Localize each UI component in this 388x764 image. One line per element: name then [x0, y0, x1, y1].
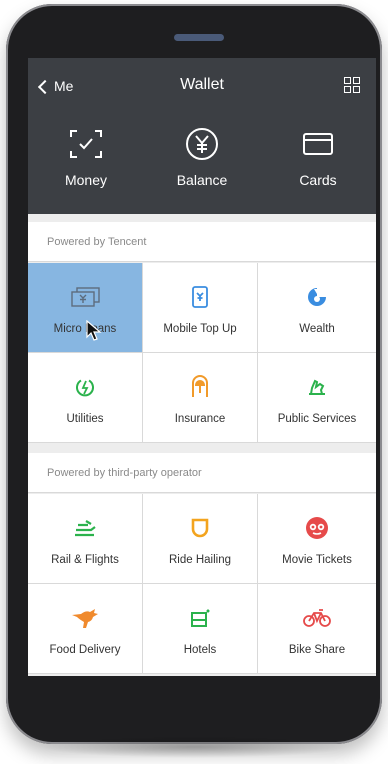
money-button[interactable]: Money	[36, 126, 136, 188]
wallet-screen: Me Wallet Money Balance Cards Powered by…	[28, 58, 376, 676]
utilities-button[interactable]: Utilities	[28, 353, 143, 443]
balance-button[interactable]: Balance	[152, 126, 252, 188]
money-label: Money	[64, 172, 108, 188]
balance-label: Balance	[176, 172, 228, 188]
wealth-button[interactable]: Wealth	[258, 263, 376, 353]
phone-speaker	[174, 34, 224, 41]
phone-shadow	[40, 736, 348, 758]
bike-icon	[258, 606, 376, 630]
hotels-button[interactable]: Hotels	[143, 584, 258, 674]
bolt-circle-icon	[28, 375, 142, 399]
cell-label: Hotels	[183, 644, 217, 656]
cell-label: Insurance	[174, 413, 226, 425]
cell-label: Mobile Top Up	[163, 323, 237, 335]
page-title: Wallet	[180, 76, 224, 93]
hand-icon	[258, 375, 376, 399]
yen-circle-icon	[152, 126, 252, 162]
cell-label: Wealth	[299, 323, 335, 335]
mobile-top-up-button[interactable]: Mobile Top Up	[143, 263, 258, 353]
car-u-icon	[143, 516, 257, 540]
kangaroo-icon	[28, 606, 142, 630]
bike-share-button[interactable]: Bike Share	[258, 584, 376, 674]
movie-tickets-button[interactable]: Movie Tickets	[258, 494, 376, 584]
cell-label: Bike Share	[288, 644, 346, 656]
cell-label: Rail & Flights	[51, 554, 119, 566]
grid-icon[interactable]	[344, 77, 360, 93]
wealth-icon	[258, 285, 376, 309]
card-icon	[268, 126, 368, 162]
wallet-header: Me Wallet Money Balance Cards	[28, 58, 376, 214]
mouse-cursor-icon	[86, 319, 102, 347]
banknote-icon	[28, 285, 142, 309]
cell-label: Public Services	[277, 413, 357, 425]
owl-icon	[258, 516, 376, 540]
cards-label: Cards	[299, 172, 337, 188]
section-label-third-party: Powered by third-party operator	[28, 453, 376, 493]
cards-button[interactable]: Cards	[268, 126, 368, 188]
train-icon	[28, 516, 142, 540]
bed-icon	[143, 606, 257, 630]
public-services-button[interactable]: Public Services	[258, 353, 376, 443]
scan-check-icon	[36, 126, 136, 162]
phone-yen-icon	[143, 285, 257, 309]
cell-label: Ride Hailing	[168, 554, 231, 566]
cell-label: Movie Tickets	[282, 554, 352, 566]
cell-label: Utilities	[66, 413, 104, 425]
ride-hailing-button[interactable]: Ride Hailing	[143, 494, 258, 584]
cell-label: Food Delivery	[49, 644, 121, 656]
food-delivery-button[interactable]: Food Delivery	[28, 584, 143, 674]
cell-label: Micro Loans	[53, 323, 117, 335]
umbrella-box-icon	[143, 375, 257, 399]
rail-flights-button[interactable]: Rail & Flights	[28, 494, 143, 584]
insurance-button[interactable]: Insurance	[143, 353, 258, 443]
section-label-tencent: Powered by Tencent	[28, 222, 376, 262]
